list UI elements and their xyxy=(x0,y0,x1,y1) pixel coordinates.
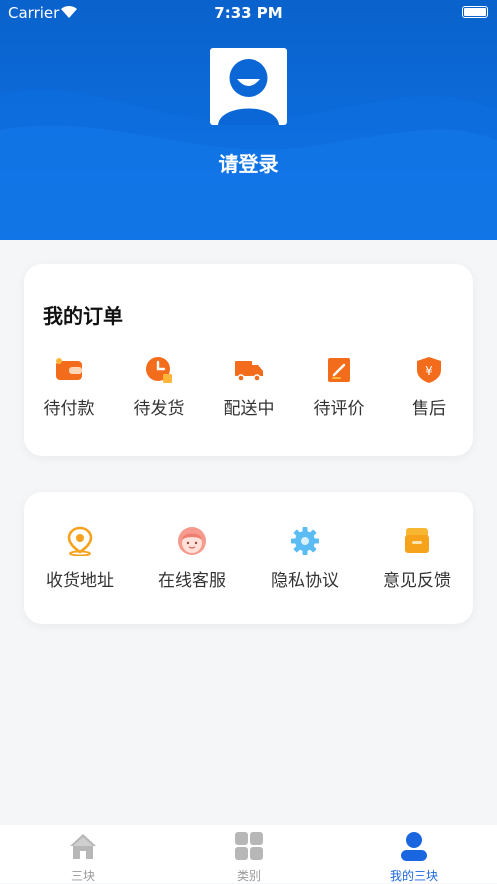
avatar[interactable] xyxy=(210,48,287,125)
service-online-support[interactable]: 在线客服 xyxy=(136,526,248,591)
service-privacy-policy[interactable]: 隐私协议 xyxy=(249,526,361,591)
customer-service-icon xyxy=(178,527,206,555)
order-pending-shipment-label: 待发货 xyxy=(133,399,185,419)
location-pin-icon xyxy=(67,526,93,556)
svg-text:¥: ¥ xyxy=(425,364,433,378)
order-pending-shipment[interactable]: 待发货 xyxy=(114,356,204,419)
tab-mine-label: 我的三块 xyxy=(389,869,438,883)
service-shipping-address-label: 收货地址 xyxy=(46,571,114,591)
order-after-sales[interactable]: ¥ 售后 xyxy=(384,356,474,419)
order-pending-payment-label: 待付款 xyxy=(43,399,95,419)
orders-card: 我的订单 待付款 待发货 配送中 待评价 ¥ 售后 xyxy=(24,264,473,456)
status-bar: Carrier 7:33 PM xyxy=(0,0,497,26)
tab-home[interactable]: 三块 xyxy=(0,831,166,884)
default-avatar-icon xyxy=(218,59,279,125)
order-pending-payment[interactable]: 待付款 xyxy=(24,356,114,419)
order-in-delivery[interactable]: 配送中 xyxy=(204,356,294,419)
order-pending-review-label: 待评价 xyxy=(313,399,365,419)
edit-icon xyxy=(328,358,350,382)
profile-header: Carrier 7:33 PM 请登录 xyxy=(0,0,497,240)
truck-icon xyxy=(235,361,263,382)
order-after-sales-label: 售后 xyxy=(412,399,446,419)
service-shipping-address[interactable]: 收货地址 xyxy=(24,526,136,591)
feedback-box-icon xyxy=(405,528,429,553)
yuan-shield-icon: ¥ xyxy=(417,357,441,383)
order-pending-review[interactable]: 待评价 xyxy=(294,356,384,419)
tab-category-label: 类别 xyxy=(236,869,261,883)
service-online-support-label: 在线客服 xyxy=(158,571,226,591)
gear-icon xyxy=(291,527,319,555)
service-feedback-label: 意见反馈 xyxy=(383,571,451,591)
status-time: 7:33 PM xyxy=(214,4,283,22)
clock-icon xyxy=(146,357,172,383)
service-feedback[interactable]: 意见反馈 xyxy=(361,526,473,591)
wallet-icon xyxy=(56,358,82,380)
service-privacy-policy-label: 隐私协议 xyxy=(271,571,339,591)
tab-mine[interactable]: 我的三块 xyxy=(331,831,497,884)
person-icon xyxy=(401,832,427,861)
order-in-delivery-label: 配送中 xyxy=(223,399,275,419)
home-icon xyxy=(70,834,96,859)
tab-bar: 三块 类别 我的三块 xyxy=(0,825,497,883)
tab-home-label: 三块 xyxy=(70,869,95,883)
login-button[interactable]: 请登录 xyxy=(0,148,497,177)
grid-icon xyxy=(235,832,263,860)
orders-title: 我的订单 xyxy=(43,304,123,328)
tab-category[interactable]: 类别 xyxy=(166,831,332,884)
services-card: 收货地址 在线客服 隐私协议 意见反馈 xyxy=(24,492,473,624)
battery-icon xyxy=(462,6,488,18)
